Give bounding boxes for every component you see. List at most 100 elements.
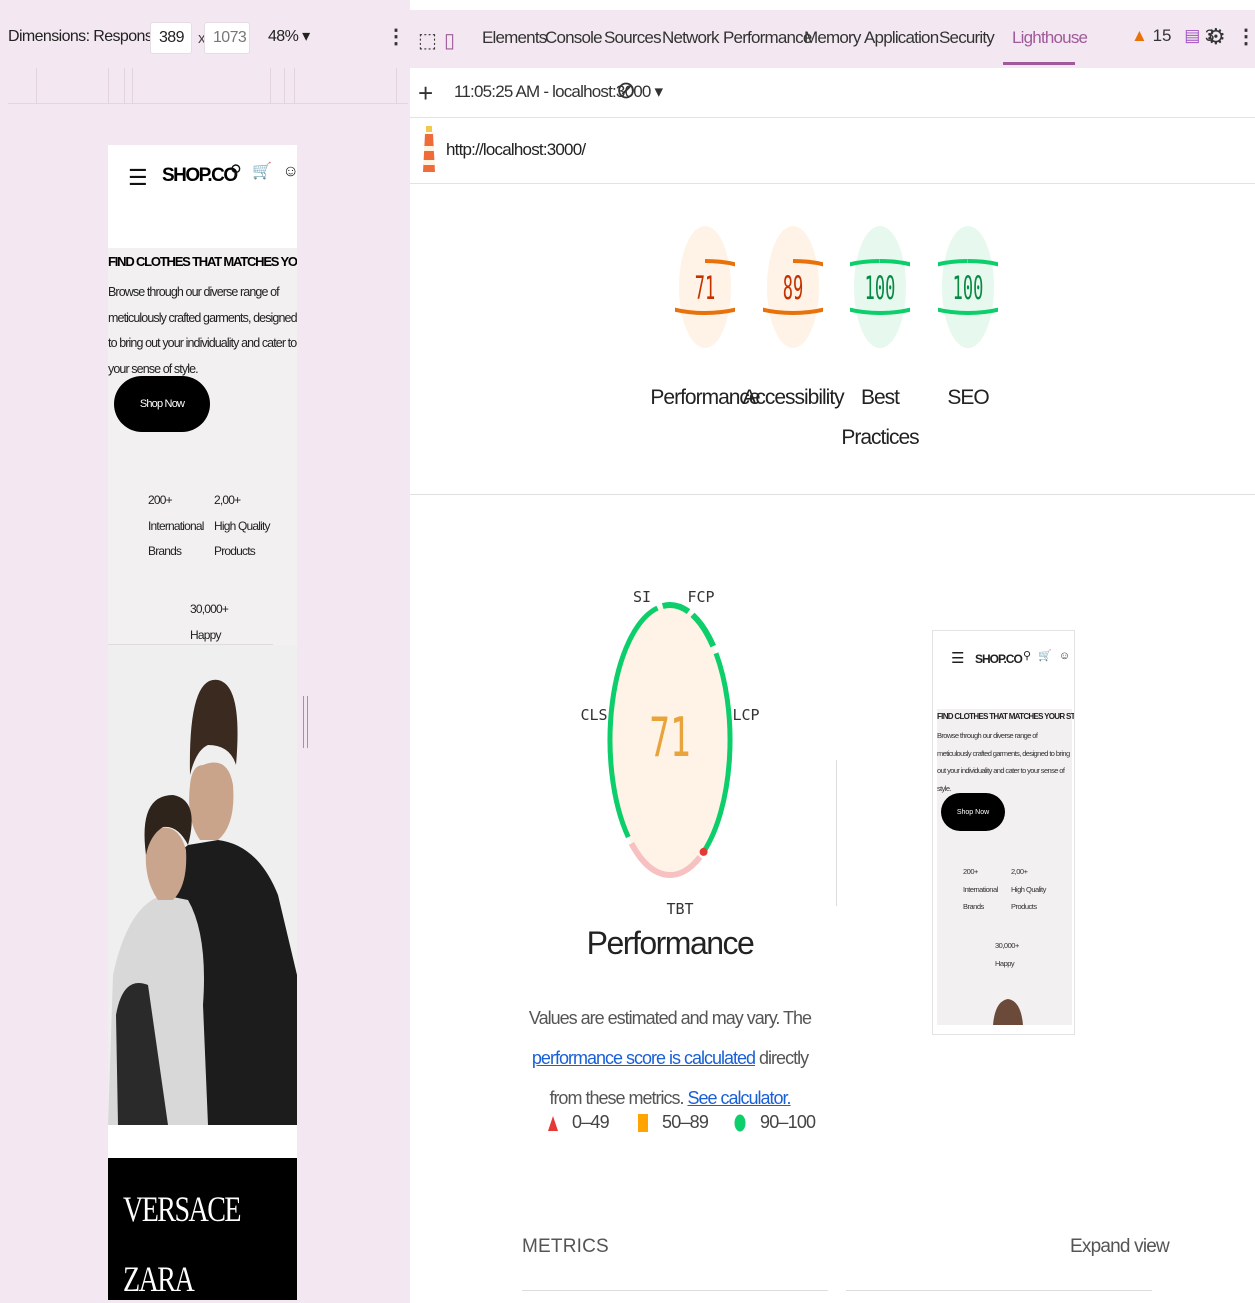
tab-elements[interactable]: Elements	[482, 28, 547, 48]
inspect-element-icon[interactable]: ⬚	[418, 28, 437, 53]
devtools-window: Dimensions: Responsive ▾ 389 x 1073 48% …	[0, 0, 1255, 1303]
description-text: Values are estimated and may vary. The	[528, 1008, 812, 1028]
stat-customers: 30,000+ Happy	[190, 597, 229, 648]
metric-label-tbt: TBT	[666, 900, 693, 918]
thumb-shop-now-button: Shop Now	[941, 793, 1005, 831]
expand-view-toggle[interactable]: Expand view	[1070, 1236, 1170, 1258]
resize-handle[interactable]	[303, 696, 308, 748]
thumb-stat-brands: 200+ International Brands	[963, 863, 998, 916]
thumb-stat-products: 2,00+ High Quality Products	[1011, 863, 1046, 916]
brand-versace: VERSACE	[123, 1189, 242, 1229]
hero-title: FIND CLOTHES THAT MATCHES YOUR STYLE	[108, 254, 297, 269]
score-gauge-accessibility[interactable]: 89	[763, 222, 823, 352]
gauge-label: Accessibility	[742, 386, 844, 409]
thumb-stat-label: Happy	[995, 958, 1015, 968]
lighthouse-logo-icon	[423, 126, 435, 172]
hero-description: Browse through our diverse range of meti…	[108, 285, 297, 376]
settings-gear-icon[interactable]: ⚙	[1206, 24, 1226, 50]
media-query-ruler[interactable]	[8, 68, 408, 104]
legend-average: 50–89	[638, 1112, 709, 1133]
metrics-heading: METRICS	[522, 1236, 609, 1257]
width-input[interactable]: 389	[150, 22, 192, 54]
shop-now-button[interactable]: Shop Now	[114, 376, 210, 432]
new-report-icon[interactable]: +	[418, 78, 433, 109]
warning-count: 15	[1152, 26, 1172, 45]
stat-products: 2,00+ High Quality Products	[214, 488, 271, 565]
warning-icon: ▲	[1131, 26, 1148, 45]
site-logo[interactable]: SHOP.CO	[162, 165, 238, 187]
pass-circle-icon	[734, 1114, 746, 1131]
tab-sources[interactable]: Sources	[604, 28, 662, 48]
stat-brands: 200+ International Brands	[148, 488, 204, 565]
issues-counter[interactable]: ▲ 15 ▤ 3	[1131, 26, 1214, 46]
hero-photo	[108, 645, 297, 1125]
device-toolbar: Dimensions: Responsive ▾ 389 x 1073 48% …	[0, 10, 410, 68]
thumb-photo-crop	[993, 999, 1023, 1025]
tab-application[interactable]: Application	[864, 28, 939, 48]
report-url[interactable]: http://localhost:3000/	[446, 140, 586, 160]
section-divider	[410, 494, 1255, 495]
tab-performance[interactable]: Performance	[723, 28, 812, 48]
thumb-hero-title: FIND CLOTHES THAT MATCHES YOUR STYLE	[937, 712, 1075, 721]
gauge-score: 100	[865, 270, 896, 308]
metrics-divider	[522, 1290, 828, 1291]
report-url-bar: http://localhost:3000/	[410, 118, 1255, 184]
tab-network[interactable]: Network	[662, 28, 720, 48]
score-calculated-link[interactable]: performance score is calculated	[532, 1048, 756, 1068]
clear-reports-icon[interactable]: ⊘	[616, 76, 636, 105]
stat-label: Brands	[148, 544, 182, 558]
stat-value: 2,00+	[214, 493, 241, 507]
stat-label: High Quality	[214, 518, 271, 533]
gauge-score: 71	[695, 270, 715, 308]
active-tab-indicator	[1003, 62, 1075, 65]
legend-pass: 90–100	[734, 1112, 816, 1133]
metrics-divider	[846, 1290, 1152, 1291]
thumb-header-icons: ⚲ 🛒 ☺	[1023, 650, 1073, 662]
gauge-label: SEO	[947, 386, 989, 409]
score-gauge-seo[interactable]: 100	[938, 222, 998, 352]
device-emulation-pane: Dimensions: Responsive ▾ 389 x 1073 48% …	[0, 0, 410, 1303]
see-calculator-link[interactable]: See calculator.	[687, 1088, 791, 1108]
tbt-fail-marker	[699, 847, 708, 856]
device-viewport[interactable]: ☰ SHOP.CO ⚲ 🛒 ☺ FIND CLOTHES THAT MATCHE…	[108, 145, 297, 1300]
metric-label-lcp: LCP	[732, 706, 759, 724]
score-gauge-performance[interactable]: 71	[675, 222, 735, 352]
thumb-hero: FIND CLOTHES THAT MATCHES YOUR STYLE Bro…	[937, 709, 1075, 1025]
zoom-dropdown[interactable]: 48% ▾	[268, 26, 310, 46]
thumb-hero-description: Browse through our diverse range of meti…	[937, 731, 1070, 793]
score-gauge-best-practices[interactable]: 100	[850, 222, 910, 352]
final-screenshot-thumbnail[interactable]: ☰ SHOP.CO ⚲ 🛒 ☺ FIND CLOTHES THAT MATCHE…	[932, 630, 1075, 1035]
more-options-icon[interactable]: ⋮	[1236, 24, 1255, 49]
vertical-separator	[836, 760, 837, 906]
gauge-score: 100	[953, 270, 984, 308]
brand-zara: ZARA	[123, 1259, 195, 1299]
hamburger-icon[interactable]: ☰	[128, 165, 148, 191]
tab-memory[interactable]: Memory	[804, 28, 861, 48]
thumb-logo: SHOP.CO	[975, 652, 1023, 666]
gauge-score: 89	[783, 270, 803, 308]
thumb-stat-label: Products	[1011, 902, 1037, 911]
brands-strip: VERSACE ZARA	[108, 1158, 297, 1300]
site-header: ☰ SHOP.CO ⚲ 🛒 ☺	[108, 145, 297, 248]
thumb-stat-label: High Quality	[1011, 884, 1046, 894]
stat-value: 200+	[148, 493, 173, 507]
devtools-tabbar: ⬚ ▯ Elements Console Sources Network Per…	[410, 10, 1255, 68]
device-more-icon[interactable]: ⋮	[386, 24, 406, 49]
legend-range: 90–100	[760, 1112, 816, 1132]
height-input[interactable]: 1073	[204, 22, 250, 54]
legend-fail: 0–49	[548, 1112, 610, 1133]
performance-description: Values are estimated and may vary. The p…	[520, 998, 820, 1118]
performance-heading: Performance	[586, 925, 755, 961]
tab-console[interactable]: Console	[545, 28, 603, 48]
thumb-stat-value: 2,00+	[1011, 867, 1028, 876]
message-icon: ▤	[1184, 26, 1201, 45]
metric-label-cls: CLS	[580, 706, 607, 724]
legend-range: 0–49	[572, 1112, 610, 1132]
lighthouse-toolbar: + 11:05:25 AM - localhost:3000 ▾ ⊘	[410, 68, 1255, 118]
metric-label-si: SI	[633, 588, 651, 606]
tab-security[interactable]: Security	[939, 28, 995, 48]
couple-photo-illustration	[108, 645, 297, 1125]
device-toggle-icon[interactable]: ▯	[444, 28, 455, 53]
tab-lighthouse[interactable]: Lighthouse	[1012, 28, 1088, 48]
header-icons[interactable]: ⚲ 🛒 ☺	[230, 161, 297, 181]
